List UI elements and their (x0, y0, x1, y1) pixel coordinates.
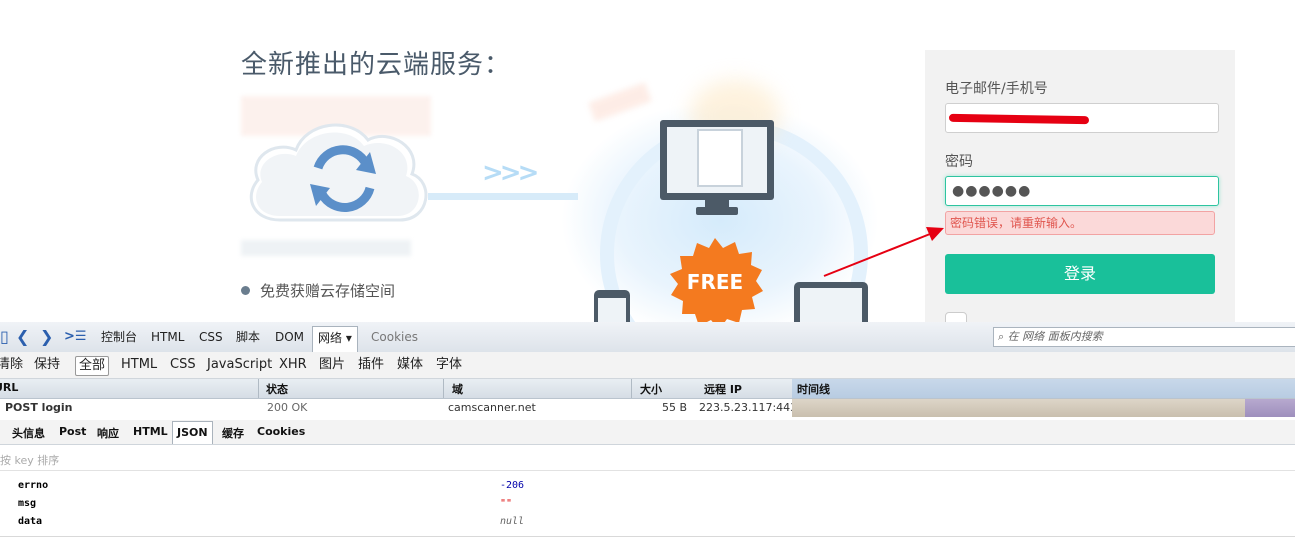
json-row-errno[interactable]: errno -206 (0, 478, 1295, 496)
cloud-sync-icon (240, 108, 435, 232)
clear-button[interactable]: 清除 (0, 356, 26, 374)
request-domain: camscanner.net (448, 401, 536, 414)
tab-cache[interactable]: 缓存 (222, 425, 244, 441)
json-key: msg (18, 498, 37, 509)
tab-headers[interactable]: 头信息 (12, 425, 45, 441)
column-size[interactable]: 大小 (640, 381, 662, 397)
password-label: 密码 (945, 154, 973, 170)
json-value: "" (500, 498, 513, 509)
search-placeholder: 在 网络 面板内搜索 (1007, 330, 1103, 343)
tab-css[interactable]: CSS (194, 326, 228, 348)
phone-icon (594, 290, 630, 322)
request-size: 55 B (662, 401, 688, 414)
tab-network[interactable]: 网络 ▾ (312, 326, 358, 352)
request-detail-tabs: 头信息 Post 响应 HTML JSON 缓存 Cookies (0, 420, 1295, 445)
filter-media[interactable]: 媒体 (394, 356, 426, 374)
email-label: 电子邮件/手机号 (945, 81, 1048, 97)
divider (0, 470, 1295, 471)
network-filter-bar: 清除 保持 全部 HTML CSS JavaScript XHR 图片 插件 媒… (0, 352, 1295, 379)
timeline-bar-wait (1245, 399, 1295, 417)
column-domain[interactable]: 域 (452, 381, 463, 397)
filter-fonts[interactable]: 字体 (433, 356, 465, 374)
login-panel: 电子邮件/手机号 密码 ●●●●●● 密码错误，请重新输入。 登录 (925, 50, 1235, 322)
request-remote-ip: 223.5.23.117:443 (699, 401, 798, 414)
forward-icon[interactable]: ❯ (40, 328, 53, 346)
request-url: POST login (5, 401, 73, 414)
tab-post[interactable]: Post (59, 425, 86, 438)
command-line-icon[interactable]: >☰ (64, 328, 87, 346)
feature-item: 免费获赠云存储空间 (241, 280, 395, 301)
email-field[interactable] (945, 103, 1219, 133)
devtools-panel: ▯ ❮ ❯ >☰ 控制台 HTML CSS 脚本 DOM 网络 ▾ Cookie… (0, 322, 1295, 540)
connector-line (428, 193, 578, 200)
login-button[interactable]: 登录 (945, 254, 1215, 294)
tab-cookies[interactable]: Cookies (366, 326, 423, 348)
json-key: errno (18, 480, 49, 491)
filter-css[interactable]: CSS (167, 356, 199, 374)
tab-response[interactable]: 响应 (97, 425, 119, 441)
free-badge-label: FREE (686, 270, 744, 294)
filter-images[interactable]: 图片 (316, 356, 348, 374)
request-status: 200 OK (267, 401, 308, 414)
devtools-toolbar: ▯ ❮ ❯ >☰ 控制台 HTML CSS 脚本 DOM 网络 ▾ Cookie… (0, 322, 1295, 353)
tab-html-detail[interactable]: HTML (133, 425, 168, 438)
flow-arrows-icon: >>> (482, 158, 539, 188)
monitor-base (696, 207, 738, 215)
inspect-icon[interactable]: ▯ (0, 328, 9, 346)
request-row[interactable]: POST login 200 OK camscanner.net 55 B 22… (0, 399, 1295, 417)
feature-text: 免费获赠云存储空间 (260, 282, 396, 300)
sort-by-key-toggle[interactable]: 按 key 排序 (0, 452, 59, 468)
column-status[interactable]: 状态 (266, 381, 288, 397)
filter-all[interactable]: 全部 (75, 356, 110, 376)
column-remote-ip[interactable]: 远程 IP (704, 381, 742, 397)
filter-xhr[interactable]: XHR (276, 356, 310, 374)
tab-json[interactable]: JSON (172, 421, 213, 444)
json-row-msg[interactable]: msg "" (0, 496, 1295, 514)
column-url[interactable]: URL (0, 381, 18, 394)
password-error-message: 密码错误，请重新输入。 (945, 211, 1215, 235)
remember-checkbox[interactable] (945, 312, 967, 322)
filter-html[interactable]: HTML (118, 356, 160, 374)
password-field[interactable]: ●●●●●● (945, 176, 1219, 206)
promo-title: 全新推出的云端服务： (241, 50, 512, 80)
persist-button[interactable]: 保持 (31, 356, 63, 374)
bullet-icon (241, 286, 250, 295)
tablet-icon (794, 282, 868, 322)
tab-console[interactable]: 控制台 (96, 326, 142, 348)
redaction-mark (948, 113, 1090, 125)
timeline-bar (792, 399, 1245, 417)
json-value: -206 (500, 480, 525, 491)
search-icon: ⌕ (998, 330, 1005, 343)
tab-html[interactable]: HTML (146, 326, 189, 348)
tab-cookies-detail[interactable]: Cookies (257, 425, 305, 438)
monitor-icon (660, 120, 774, 200)
back-icon[interactable]: ❮ (16, 328, 29, 346)
tab-dom[interactable]: DOM (270, 326, 309, 348)
divider (0, 536, 1295, 537)
json-value: null (500, 516, 525, 527)
tab-script[interactable]: 脚本 (231, 326, 265, 348)
network-column-header: URL 状态 域 大小 远程 IP 时间线 (0, 379, 1295, 399)
filter-plugins[interactable]: 插件 (355, 356, 387, 374)
timeline-header-bg (792, 379, 1295, 398)
filter-javascript[interactable]: JavaScript (204, 356, 275, 374)
devtools-search-input[interactable]: ⌕ 在 网络 面板内搜索 (993, 327, 1295, 347)
web-page: 全新推出的云端服务： >>> FREE 免费获赠云存储空间 电子邮件/手机号 密… (0, 0, 1295, 322)
column-timeline[interactable]: 时间线 (797, 381, 830, 397)
json-row-data[interactable]: data null (0, 514, 1295, 532)
blurred-feature-line (241, 240, 411, 256)
json-key: data (18, 516, 43, 527)
